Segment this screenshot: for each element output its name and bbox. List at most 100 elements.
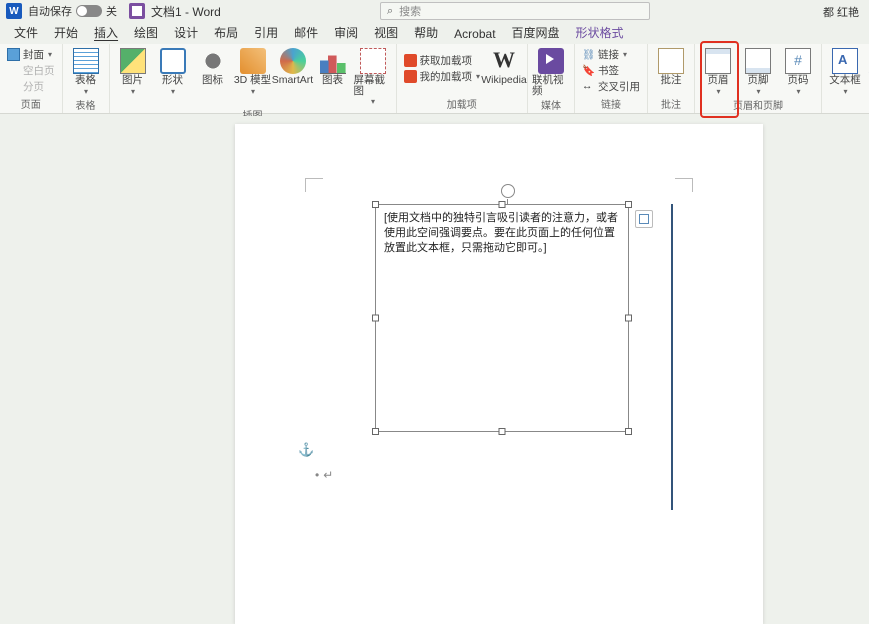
link-icon: ⛓ xyxy=(582,48,595,61)
comment-button[interactable]: 批注 xyxy=(652,46,690,86)
group-pages: 封面▾ 空白页 分页 页面 xyxy=(0,44,63,113)
shapes-button[interactable]: 形状▾ xyxy=(154,46,192,96)
word-app-icon: W xyxy=(6,3,22,19)
break-icon xyxy=(7,80,20,93)
resize-handle-w[interactable] xyxy=(372,315,379,322)
bookmark-button[interactable]: 🔖书签 xyxy=(579,62,643,78)
link-button[interactable]: ⛓链接▾ xyxy=(579,46,643,62)
bookmark-icon: 🔖 xyxy=(582,64,595,77)
crossref-icon: ↔ xyxy=(582,80,595,93)
pagenum-icon xyxy=(785,48,811,74)
resize-handle-sw[interactable] xyxy=(372,428,379,435)
chart-icon xyxy=(320,48,346,74)
addins-icon xyxy=(404,54,417,67)
footer-icon xyxy=(745,48,771,74)
blank-page-button[interactable]: 空白页 xyxy=(4,62,58,78)
autosave-state: 关 xyxy=(106,3,117,19)
my-addins-button[interactable]: 我的加载项▾ xyxy=(401,68,484,84)
group-label-hf: 页眉和页脚 xyxy=(733,96,783,114)
group-headerfooter: 页眉▾ 页脚▾ 页码▾ 页眉和页脚 xyxy=(695,44,822,113)
textbox-icon xyxy=(832,48,858,74)
header-icon xyxy=(705,48,731,74)
video-icon xyxy=(538,48,564,74)
save-icon[interactable] xyxy=(129,3,145,19)
margin-corner-tl xyxy=(305,178,323,192)
tab-view[interactable]: 视图 xyxy=(366,21,406,44)
search-icon: ⌕ xyxy=(387,5,393,18)
resize-handle-ne[interactable] xyxy=(625,201,632,208)
resize-handle-e[interactable] xyxy=(625,315,632,322)
autosave-label: 自动保存 xyxy=(28,3,72,19)
smartart-icon xyxy=(280,48,306,74)
smartart-button[interactable]: SmartArt xyxy=(274,46,312,86)
header-button[interactable]: 页眉▾ xyxy=(699,46,737,96)
comment-icon xyxy=(658,48,684,74)
textbox-button[interactable]: 文本框▾ xyxy=(826,46,864,96)
screenshot-icon xyxy=(360,48,386,74)
blank-icon xyxy=(7,64,20,77)
tab-design[interactable]: 设计 xyxy=(166,21,206,44)
tab-mailings[interactable]: 邮件 xyxy=(286,21,326,44)
tab-draw[interactable]: 绘图 xyxy=(126,21,166,44)
autosave-toggle[interactable]: 自动保存 关 xyxy=(28,3,117,19)
paragraph-mark: ↵ xyxy=(315,468,333,482)
tab-help[interactable]: 帮助 xyxy=(406,21,446,44)
tab-home[interactable]: 开始 xyxy=(46,21,86,44)
tab-acrobat[interactable]: Acrobat xyxy=(446,24,503,44)
tab-file[interactable]: 文件 xyxy=(6,21,46,44)
wikipedia-button[interactable]: WWikipedia xyxy=(485,46,523,86)
group-media: 联机视频 媒体 xyxy=(528,44,575,113)
table-button[interactable]: 表格▾ xyxy=(67,46,105,96)
anchor-icon: ⚓ xyxy=(298,442,314,458)
layout-options-button[interactable] xyxy=(635,210,653,228)
document-area[interactable]: [使用文档中的独特引言吸引读者的注意力，或者使用此空间强调要点。要在此页面上的任… xyxy=(0,116,869,500)
screenshot-button[interactable]: 屏幕截图▾ xyxy=(354,46,392,106)
group-label-media: 媒体 xyxy=(541,96,561,114)
picture-button[interactable]: 图片▾ xyxy=(114,46,152,96)
tab-baidu[interactable]: 百度网盘 xyxy=(504,21,568,44)
ribbon-tabs: 文件 开始 插入 绘图 设计 布局 引用 邮件 审阅 视图 帮助 Acrobat… xyxy=(0,22,869,44)
user-name: 都 红艳 xyxy=(823,4,859,20)
wikipedia-icon: W xyxy=(491,48,517,74)
chart-button[interactable]: 图表 xyxy=(314,46,352,86)
tab-references[interactable]: 引用 xyxy=(246,21,286,44)
myaddins-icon xyxy=(404,70,417,83)
tab-review[interactable]: 审阅 xyxy=(326,21,366,44)
tab-shape-format[interactable]: 形状格式 xyxy=(568,21,632,44)
3dmodel-icon xyxy=(240,48,266,74)
icons-button[interactable]: 图标 xyxy=(194,46,232,86)
vertical-line-shape[interactable] xyxy=(671,204,673,510)
resize-handle-se[interactable] xyxy=(625,428,632,435)
tab-insert[interactable]: 插入 xyxy=(86,21,126,44)
rotate-handle[interactable] xyxy=(501,184,515,198)
search-input[interactable]: ⌕ 搜索 xyxy=(380,2,650,20)
margin-corner-tr xyxy=(675,178,693,192)
resize-handle-n[interactable] xyxy=(499,201,506,208)
picture-icon xyxy=(120,48,146,74)
crossref-button[interactable]: ↔交叉引用 xyxy=(579,78,643,94)
pagenumber-button[interactable]: 页码▾ xyxy=(779,46,817,96)
cover-page-button[interactable]: 封面▾ xyxy=(4,46,58,62)
page[interactable]: [使用文档中的独特引言吸引读者的注意力，或者使用此空间强调要点。要在此页面上的任… xyxy=(235,124,763,624)
group-illustrations: 图片▾ 形状▾ 图标 3D 模型▾ SmartArt 图表 屏幕截图▾ 插图 xyxy=(110,44,397,113)
resize-handle-s[interactable] xyxy=(499,428,506,435)
search-placeholder: 搜索 xyxy=(399,3,421,19)
group-label-addins: 加载项 xyxy=(447,95,477,113)
table-icon xyxy=(73,48,99,74)
group-label-pages: 页面 xyxy=(21,95,41,113)
textbox-object[interactable]: [使用文档中的独特引言吸引读者的注意力，或者使用此空间强调要点。要在此页面上的任… xyxy=(375,204,629,432)
group-text: 文本框▾ ▦文档部件▾ A艺术字▾ A≡首字下沉▾ ✎签名行▾ 📅日期和时间 ▣… xyxy=(822,44,869,113)
resize-handle-nw[interactable] xyxy=(372,201,379,208)
group-label-comments: 批注 xyxy=(661,95,681,113)
icons-icon xyxy=(200,48,226,74)
get-addins-button[interactable]: 获取加载项 xyxy=(401,52,484,68)
toggle-icon xyxy=(76,5,102,17)
group-label-links: 链接 xyxy=(601,95,621,113)
tab-layout[interactable]: 布局 xyxy=(206,21,246,44)
footer-button[interactable]: 页脚▾ xyxy=(739,46,777,96)
online-video-button[interactable]: 联机视频 xyxy=(532,46,570,96)
textbox-content[interactable]: [使用文档中的独特引言吸引读者的注意力，或者使用此空间强调要点。要在此页面上的任… xyxy=(376,205,628,262)
3dmodel-button[interactable]: 3D 模型▾ xyxy=(234,46,272,96)
page-break-button[interactable]: 分页 xyxy=(4,78,58,94)
group-comments: 批注 批注 xyxy=(648,44,695,113)
